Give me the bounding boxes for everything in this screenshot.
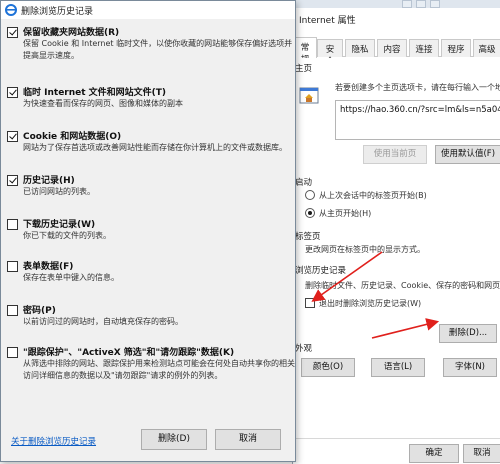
- delete-button[interactable]: 删除(D): [141, 429, 207, 450]
- option-passwords: 密码(P) 以前访问过的网站时，自动填充保存的密码。: [7, 303, 291, 333]
- option-label: 下载历史记录(W): [23, 220, 96, 230]
- startup-last-session-label: 从上次会话中的标签页开始(B): [319, 191, 427, 200]
- history-section-label: 浏览历史记录: [295, 266, 347, 276]
- props-body: 主页 若要创建多个主页选项卡，请在每行输入一个地 https://hao.360…: [293, 58, 500, 463]
- colors-button[interactable]: 颜色(O): [301, 358, 355, 377]
- option-desc: 为快速查看而保存的网页、图像和媒体的副本: [23, 99, 183, 108]
- cancel-button[interactable]: 取消: [215, 429, 281, 450]
- option-desc: 以前访问过的网站时，自动填充保存的密码。: [23, 317, 183, 326]
- option-desc: 已访问网站的列表。: [23, 187, 95, 196]
- form-data-checkbox[interactable]: [7, 261, 18, 272]
- option-temp-files: 临时 Internet 文件和网站文件(T) 为快速查看而保存的网页、图像和媒体…: [7, 85, 291, 121]
- option-tracking-protection: "跟踪保护"、"ActiveX 筛选"和"请勿跟踪"数据(K) 从筛选中排除的网…: [7, 345, 295, 405]
- preserve-favorites-checkbox[interactable]: [7, 27, 18, 38]
- tab-advanced[interactable]: 高级: [473, 39, 500, 57]
- passwords-checkbox[interactable]: [7, 305, 18, 316]
- option-label: Cookie 和网站数据(O): [23, 132, 122, 142]
- option-label: 历史记录(H): [23, 176, 75, 186]
- home-page-url-field[interactable]: https://hao.360.cn/?src=lm&ls=n5a04ab: [335, 100, 500, 140]
- tracking-protection-checkbox[interactable]: [7, 347, 18, 358]
- option-desc: 保留 Cookie 和 Internet 临时文件，以使你收藏的网站能够保存偏好…: [23, 39, 293, 60]
- startup-homepage-label: 从主页开始(H): [319, 209, 372, 218]
- option-label: 临时 Internet 文件和网站文件(T): [23, 88, 167, 98]
- tab-connections[interactable]: 连接: [409, 39, 439, 57]
- option-history: 历史记录(H) 已访问网站的列表。: [7, 173, 291, 203]
- props-tabs: 常规 安全 隐私 内容 连接 程序 高级: [293, 37, 500, 67]
- option-preserve-favorites: 保留收藏夹网站数据(R) 保留 Cookie 和 Internet 临时文件，以…: [7, 25, 292, 71]
- tab-general[interactable]: 常规: [293, 37, 317, 65]
- delete-on-exit-checkbox[interactable]: [305, 298, 315, 308]
- taskbar-app-icon[interactable]: [416, 0, 426, 8]
- startup-homepage-radio[interactable]: [305, 208, 315, 218]
- dialog-titlebar: 删除浏览历史记录: [1, 1, 295, 19]
- option-label: 表单数据(F): [23, 262, 74, 272]
- props-footer-divider: [293, 438, 500, 439]
- startup-last-session-radio[interactable]: [305, 190, 315, 200]
- languages-button[interactable]: 语言(L): [371, 358, 425, 377]
- delete-on-exit-label: 退出时删除浏览历史记录(W): [319, 299, 422, 308]
- use-default-button[interactable]: 使用默认值(F): [435, 145, 500, 164]
- history-checkbox[interactable]: [7, 175, 18, 186]
- download-history-checkbox[interactable]: [7, 219, 18, 230]
- tab-privacy[interactable]: 隐私: [345, 39, 375, 57]
- taskbar-app-icon[interactable]: [402, 0, 412, 8]
- cookies-checkbox[interactable]: [7, 131, 18, 142]
- fonts-button[interactable]: 字体(N): [443, 358, 497, 377]
- temp-files-checkbox[interactable]: [7, 87, 18, 98]
- internet-properties-window: Internet 属性 常规 安全 隐私 内容 连接 程序 高级 主页 若要创建…: [292, 8, 500, 464]
- props-titlebar: Internet 属性: [293, 8, 500, 30]
- internet-explorer-icon: [5, 4, 17, 16]
- about-delete-history-link[interactable]: 关于删除浏览历史记录: [11, 435, 96, 447]
- dialog-title: 删除浏览历史记录: [21, 7, 94, 17]
- option-label: 密码(P): [23, 306, 56, 316]
- tabs-section-label: 标签页: [295, 232, 321, 242]
- tab-content[interactable]: 内容: [377, 39, 407, 57]
- option-desc: 保存在表单中键入的信息。: [23, 273, 119, 282]
- home-page-label: 主页: [295, 64, 313, 74]
- tab-security[interactable]: 安全: [317, 39, 343, 67]
- props-cancel-button[interactable]: 取消: [463, 444, 500, 463]
- tabs-section-desc: 更改网页在标签页中的显示方式。: [305, 245, 425, 254]
- option-download-history: 下载历史记录(W) 你已下载的文件的列表。: [7, 217, 291, 247]
- taskbar-strip: [290, 0, 500, 8]
- option-label: "跟踪保护"、"ActiveX 筛选"和"请勿跟踪"数据(K): [23, 348, 235, 358]
- option-form-data: 表单数据(F) 保存在表单中键入的信息。: [7, 259, 291, 289]
- appearance-label: 外观: [295, 344, 313, 354]
- use-current-button[interactable]: 使用当前页: [363, 145, 427, 164]
- home-page-icon: [299, 87, 319, 104]
- startup-label: 启动: [295, 178, 313, 188]
- taskbar-app-icon[interactable]: [430, 0, 440, 8]
- option-desc: 从筛选中排除的网站、跟踪保护用来检测站点可能会在何处自动共享你的相关访问详细信息…: [23, 359, 295, 380]
- history-section-desc: 删除临时文件、历史记录、Cookie、保存的密码和网页: [305, 281, 500, 290]
- option-desc: 你已下载的文件的列表。: [23, 231, 111, 240]
- option-cookies: Cookie 和网站数据(O) 网站为了保存首选项或改善网站性能而存储在你计算机…: [7, 129, 291, 169]
- delete-history-dialog: 删除浏览历史记录 保留收藏夹网站数据(R) 保留 Cookie 和 Intern…: [0, 0, 296, 462]
- option-label: 保留收藏夹网站数据(R): [23, 28, 120, 38]
- props-ok-button[interactable]: 确定: [409, 444, 459, 463]
- option-desc: 网站为了保存首选项或改善网站性能而存储在你计算机上的文件或数据库。: [23, 143, 287, 152]
- home-page-desc: 若要创建多个主页选项卡，请在每行输入一个地: [335, 83, 500, 92]
- props-title: Internet 属性: [299, 16, 356, 26]
- history-delete-button[interactable]: 删除(D)...: [439, 324, 497, 343]
- tab-programs[interactable]: 程序: [441, 39, 471, 57]
